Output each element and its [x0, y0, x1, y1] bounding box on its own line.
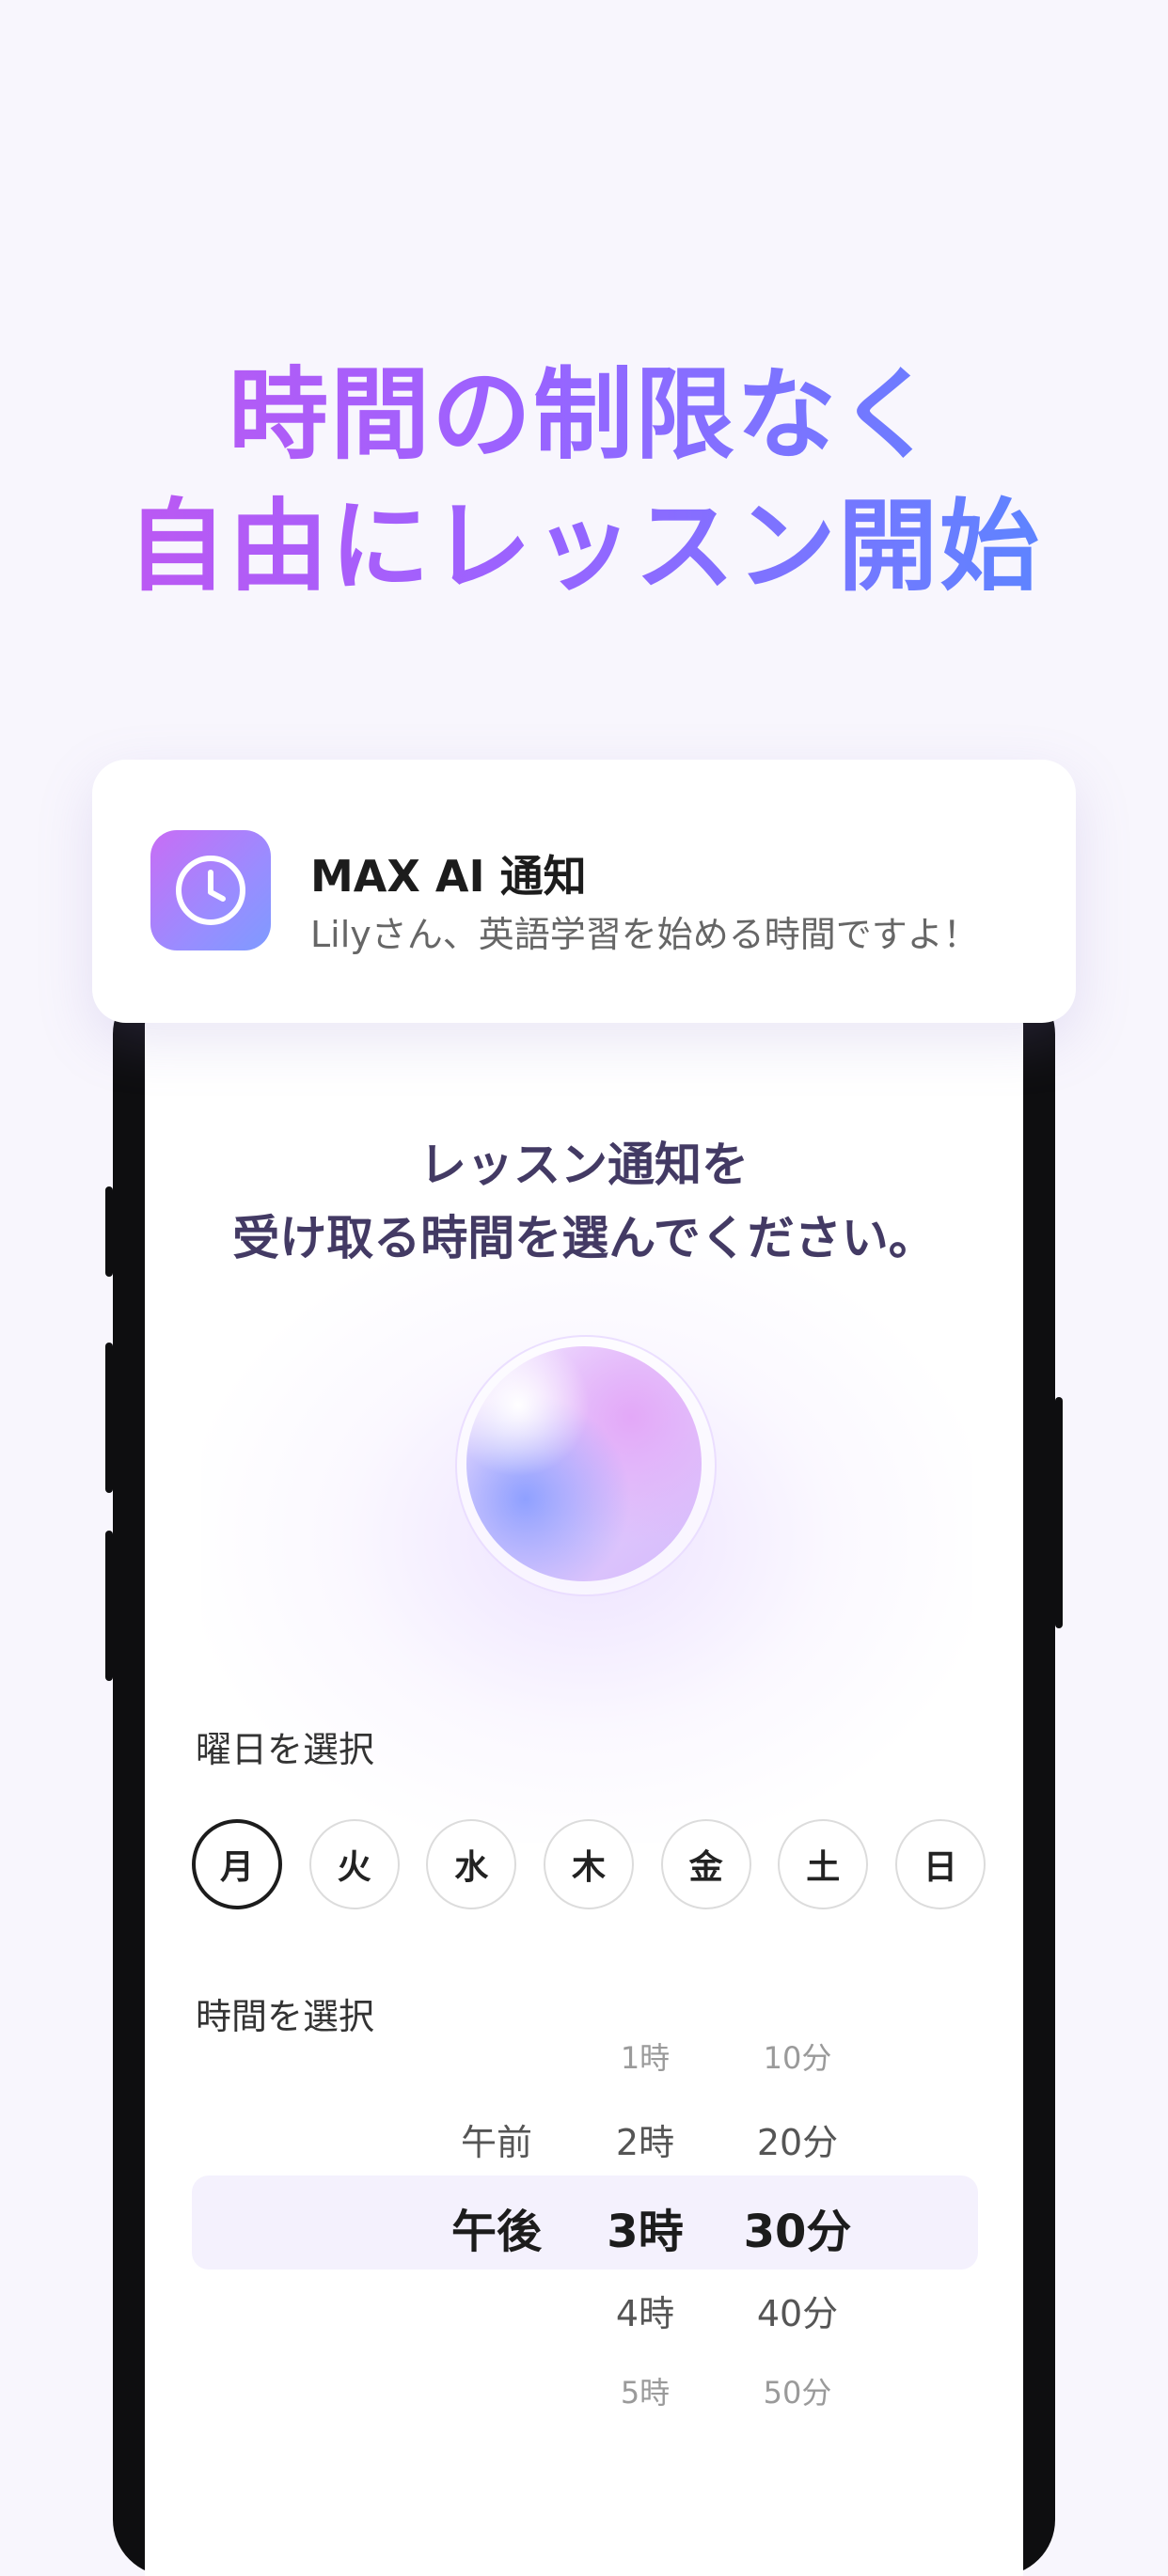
time-section-label: 時間を選択 [196, 1996, 375, 2037]
day-section-label: 曜日を選択 [196, 1729, 375, 1770]
day-fri[interactable]: 金 [660, 1819, 751, 1909]
volume-down-button [105, 1531, 113, 1681]
day-sat[interactable]: 土 [778, 1819, 869, 1909]
mute-switch [105, 1186, 113, 1277]
minute-option[interactable]: 40分 [703, 2285, 892, 2336]
day-sun[interactable]: 日 [894, 1819, 986, 1909]
phone-mockup: レッスン通知を 受け取る時間を選んでください。 曜日を選択 月 火 水 木 金 … [113, 978, 1055, 2576]
minute-option[interactable]: 20分 [703, 2113, 892, 2165]
headline: 時間の制限なく 自由にレッスン開始 [0, 350, 1168, 613]
minute-option[interactable]: 50分 [703, 2369, 892, 2412]
power-button [1055, 1397, 1063, 1628]
volume-up-button [105, 1343, 113, 1493]
day-thu[interactable]: 木 [543, 1819, 634, 1909]
phone-screen: レッスン通知を 受け取る時間を選んでください。 曜日を選択 月 火 水 木 金 … [145, 997, 1023, 2576]
headline-line-1: 時間の制限なく [0, 350, 1168, 481]
prompt-line-1: レッスン通知を [419, 1138, 749, 1192]
notification-body: Lilyさん、英語学習を始める時間ですよ！ [310, 914, 979, 955]
prompt-text: レッスン通知を 受け取る時間を選んでください。 [145, 1128, 1023, 1275]
day-mon[interactable]: 月 [192, 1819, 282, 1909]
prompt-line-2: 受け取る時間を選んでください。 [232, 1211, 936, 1265]
minute-selected[interactable]: 30分 [703, 2194, 892, 2260]
ai-orb [466, 1346, 702, 1581]
day-tue[interactable]: 火 [308, 1819, 400, 1909]
notification-card[interactable]: MAX AI 通知 Lilyさん、英語学習を始める時間ですよ！ [92, 760, 1076, 1023]
day-wed[interactable]: 水 [426, 1819, 517, 1909]
clock-icon [150, 830, 271, 950]
headline-line-2: 自由にレッスン開始 [0, 481, 1168, 613]
minute-option[interactable]: 10分 [703, 2034, 892, 2078]
day-selector: 月 火 水 木 金 土 日 [192, 1819, 986, 1913]
notification-title: MAX AI 通知 [310, 851, 587, 902]
